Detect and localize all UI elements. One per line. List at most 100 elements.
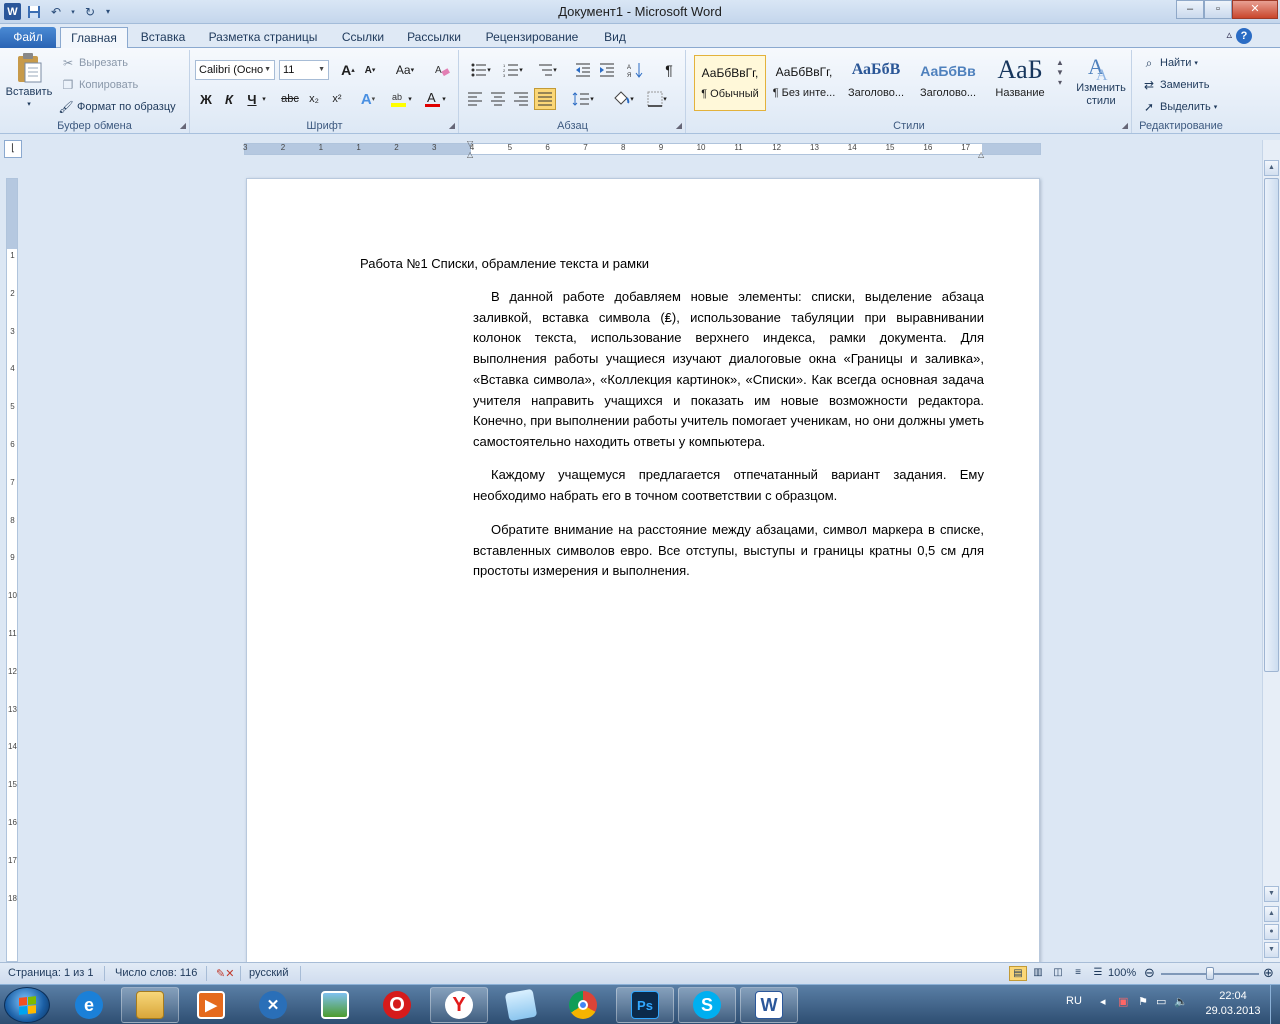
sort-icon[interactable]: АЯ: [624, 59, 646, 81]
text-effects-icon[interactable]: A ▾: [357, 88, 379, 110]
first-line-indent-marker[interactable]: ▽: [467, 139, 473, 148]
minimize-button[interactable]: –: [1176, 0, 1204, 19]
line-spacing-button[interactable]: ▾: [568, 88, 598, 110]
media-player-icon[interactable]: ▶: [182, 987, 240, 1023]
paragraph-launcher-icon[interactable]: ◢: [676, 121, 682, 130]
web-layout-icon[interactable]: ◫: [1049, 966, 1067, 981]
clock[interactable]: 22:04 29.03.2013: [1196, 989, 1270, 1019]
font-launcher-icon[interactable]: ◢: [449, 121, 455, 130]
help-icon[interactable]: ?: [1236, 28, 1252, 44]
strikethrough-button[interactable]: abc: [277, 88, 303, 110]
tab-view[interactable]: Вид: [596, 27, 634, 48]
font-size-combo[interactable]: 11 ▼: [279, 60, 329, 80]
tab-mailings[interactable]: Рассылки: [400, 27, 468, 48]
superscript-button[interactable]: x²: [326, 88, 348, 110]
style-heading-1[interactable]: АаБбВ Заголово...: [840, 55, 912, 111]
horizontal-ruler[interactable]: 3 2 1 1 2 3 4 5 6 7 8 9 10 11 12 13 14 15 16 17 ▽ △ △: [243, 139, 1041, 159]
image-viewer-icon[interactable]: [306, 987, 364, 1023]
yandex-browser-icon[interactable]: Y: [430, 987, 488, 1023]
show-desktop-button[interactable]: [1270, 985, 1280, 1024]
spelling-check-icon[interactable]: ✎✕: [216, 967, 234, 980]
volume-icon[interactable]: 🔈: [1174, 995, 1188, 1008]
scroll-up-arrow-icon[interactable]: ▲: [1264, 160, 1279, 176]
italic-button[interactable]: К: [218, 88, 240, 110]
previous-page-icon[interactable]: ▲: [1264, 906, 1279, 922]
show-formatting-icon[interactable]: ¶: [658, 59, 680, 81]
browse-object-icon[interactable]: ●: [1264, 924, 1279, 940]
justify-icon[interactable]: [534, 88, 556, 110]
photoshop-icon[interactable]: Ps: [616, 987, 674, 1023]
display-icon[interactable]: ▭: [1156, 995, 1166, 1008]
scroll-up-icon[interactable]: ▲: [1056, 58, 1064, 67]
show-hidden-icons-icon[interactable]: ◂: [1100, 995, 1106, 1008]
tab-references[interactable]: Ссылки: [334, 27, 392, 48]
grow-font-button[interactable]: A ▴: [337, 59, 359, 81]
select-button[interactable]: ➚ Выделить ▾: [1141, 99, 1217, 115]
zoom-out-icon[interactable]: ⊖: [1144, 965, 1155, 981]
vertical-ruler[interactable]: 1 2 3 4 5 6 7 8 9 10 11 12 13 14 15 16 17 18: [6, 178, 18, 962]
more-styles-icon[interactable]: ▾: [1058, 78, 1062, 87]
bold-button[interactable]: Ж: [195, 88, 217, 110]
page-count[interactable]: Страница: 1 из 1: [8, 967, 94, 979]
minimize-ribbon-icon[interactable]: ▵: [1226, 28, 1232, 41]
maximize-button[interactable]: ▫: [1204, 0, 1232, 19]
word-count[interactable]: Число слов: 116: [115, 967, 197, 979]
document-paragraph[interactable]: Обратите внимание на расстояние между аб…: [473, 520, 984, 582]
document-heading[interactable]: Работа №1 Списки, обрамление текста и ра…: [360, 256, 649, 271]
internet-explorer-icon[interactable]: e: [60, 987, 118, 1023]
multilevel-list-button[interactable]: ▾: [532, 59, 562, 81]
vertical-scrollbar[interactable]: ▲ ▼ ▲ ● ▼: [1262, 140, 1280, 962]
paste-button[interactable]: Вставить ▾: [4, 52, 54, 108]
styles-gallery-scroll[interactable]: ▲ ▼ ▾: [1056, 58, 1064, 87]
format-painter-button[interactable]: 🖌 Формат по образцу: [58, 99, 175, 115]
skype-icon[interactable]: S: [678, 987, 736, 1023]
decrease-indent-icon[interactable]: [572, 59, 594, 81]
action-center-icon[interactable]: ⚑: [1138, 995, 1148, 1008]
zoom-slider-thumb[interactable]: [1206, 967, 1214, 980]
align-center-icon[interactable]: [487, 88, 509, 110]
subscript-button[interactable]: x₂: [303, 88, 325, 110]
full-screen-reading-icon[interactable]: ▥: [1029, 966, 1047, 981]
word-taskbar-icon[interactable]: W: [740, 987, 798, 1023]
align-left-icon[interactable]: [464, 88, 486, 110]
chrome-icon[interactable]: [554, 987, 612, 1023]
style-no-spacing[interactable]: АаБбВвГг, ¶ Без инте...: [768, 55, 840, 111]
shrink-font-button[interactable]: A ▾: [359, 59, 381, 81]
scroll-down-arrow-icon[interactable]: ▼: [1264, 886, 1279, 902]
media-app-icon[interactable]: ✕: [244, 987, 302, 1023]
tab-page-layout[interactable]: Разметка страницы: [200, 27, 326, 48]
outline-view-icon[interactable]: ≡: [1069, 966, 1087, 981]
tab-selector-icon[interactable]: ⌊: [4, 140, 22, 158]
font-color-button[interactable]: A ▾: [421, 88, 449, 110]
hanging-indent-marker[interactable]: △: [467, 150, 473, 159]
find-button[interactable]: ⌕ Найти ▾: [1141, 55, 1198, 71]
start-button[interactable]: [4, 987, 50, 1023]
align-right-icon[interactable]: [510, 88, 532, 110]
network-status-icon[interactable]: ▣: [1118, 995, 1128, 1008]
right-indent-marker[interactable]: △: [978, 150, 984, 159]
notepad-icon[interactable]: [492, 987, 550, 1023]
input-language[interactable]: RU: [1066, 995, 1082, 1007]
zoom-in-icon[interactable]: ⊕: [1263, 965, 1274, 981]
change-styles-button[interactable]: AA Изменить стили: [1071, 52, 1131, 108]
clipboard-launcher-icon[interactable]: ◢: [180, 121, 186, 130]
style-normal[interactable]: АаБбВвГг, ¶ Обычный: [694, 55, 766, 111]
file-explorer-icon[interactable]: [121, 987, 179, 1023]
clear-formatting-icon[interactable]: A: [431, 59, 453, 81]
style-title[interactable]: AaБ Название: [984, 55, 1056, 111]
style-heading-2[interactable]: АаБбВв Заголово...: [912, 55, 984, 111]
print-layout-icon[interactable]: ▤: [1009, 966, 1027, 981]
close-button[interactable]: ✕: [1232, 0, 1278, 19]
tab-review[interactable]: Рецензирование: [476, 27, 588, 48]
font-name-combo[interactable]: Calibri (Осно ▼: [195, 60, 275, 80]
replace-button[interactable]: ⇄ Заменить: [1141, 77, 1209, 93]
borders-button[interactable]: ▾: [642, 88, 672, 110]
styles-launcher-icon[interactable]: ◢: [1122, 121, 1128, 130]
tab-home[interactable]: Главная: [60, 27, 128, 48]
document-paragraph[interactable]: Каждому учащемуся предлагается отпечатан…: [473, 465, 984, 506]
bullets-button[interactable]: ▾: [466, 59, 496, 81]
numbering-button[interactable]: 1 2 3 ▾: [498, 59, 528, 81]
document-paragraph[interactable]: В данной работе добавляем новые элементы…: [473, 287, 984, 453]
language-indicator[interactable]: русский: [249, 967, 288, 979]
underline-dropdown-icon[interactable]: ▾: [259, 88, 269, 110]
